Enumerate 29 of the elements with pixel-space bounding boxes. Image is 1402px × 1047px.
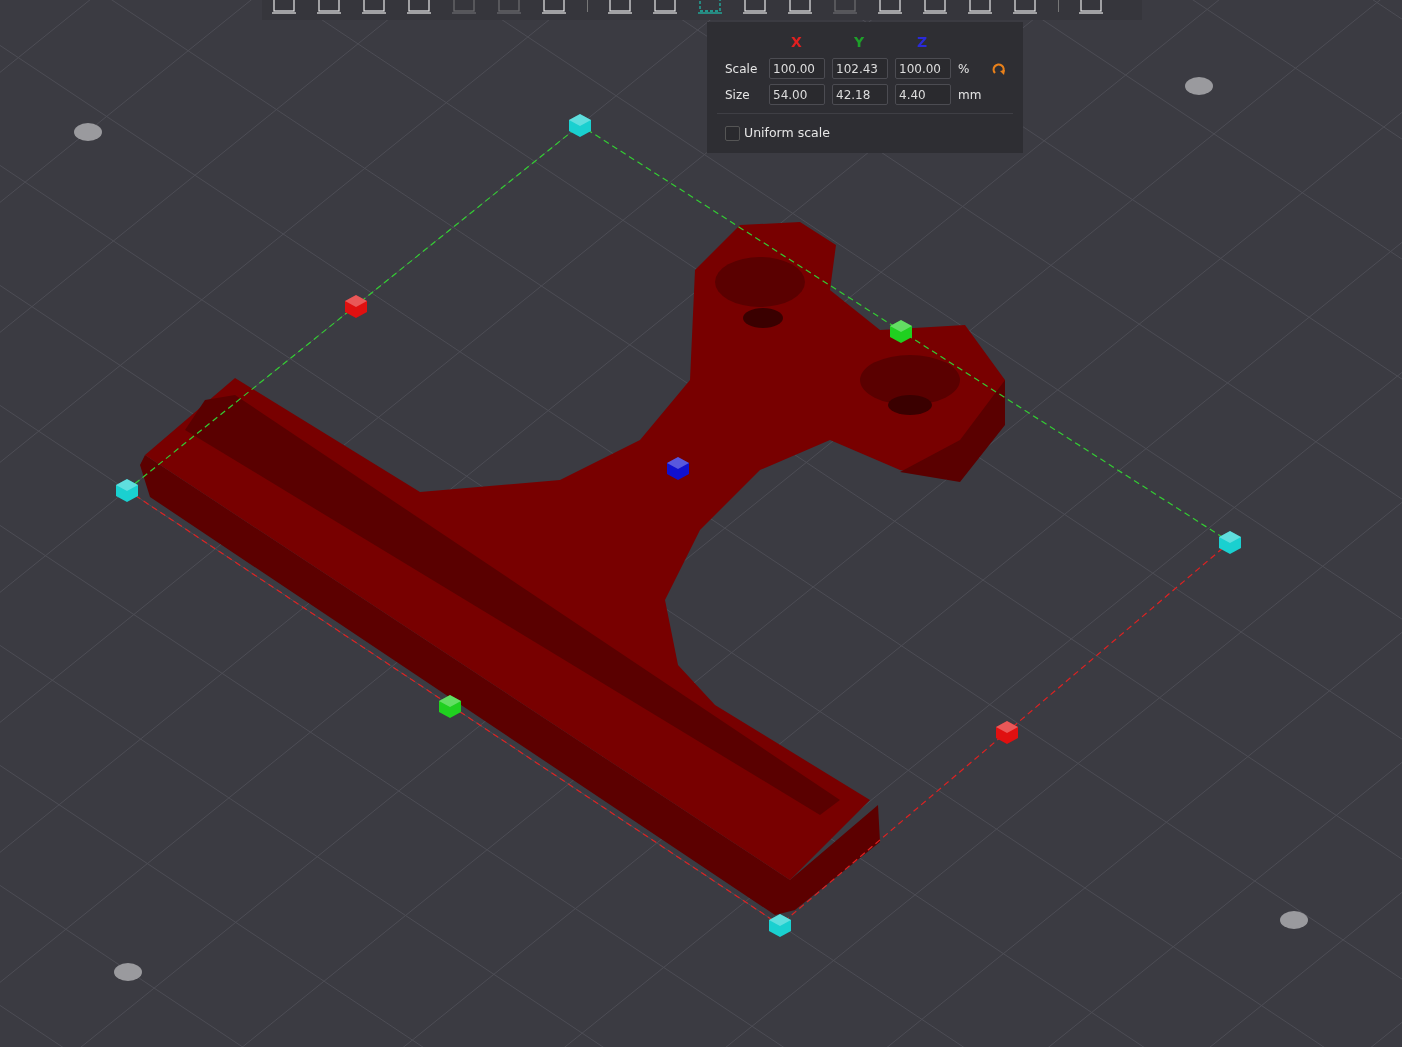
scale-handle[interactable] [996,721,1018,744]
light-spot [1185,77,1213,95]
value-field[interactable]: 100.00 [769,58,825,79]
unit-label: % [958,60,971,78]
scale-handle[interactable] [345,295,367,318]
light-spot [74,123,102,141]
scale-handle[interactable] [439,695,461,718]
scale-handle[interactable] [116,479,138,502]
scale-handle[interactable] [769,914,791,937]
scale-handle[interactable] [1219,531,1241,554]
checkbox-label: Uniform scale [744,124,830,142]
value-field[interactable]: 102.43 [832,58,888,79]
scale-handle[interactable] [569,114,591,137]
axis-label: Y [854,33,865,52]
scale-handle[interactable] [667,457,689,480]
row-label: Size [725,86,751,104]
scale-handle[interactable] [890,320,912,343]
value-field[interactable]: 100.00 [895,58,951,79]
unit-label: mm [958,86,983,104]
axis-label: X [791,33,802,52]
row-label: Scale [725,60,759,78]
axis-label: Z [917,33,928,52]
light-spot [114,963,142,981]
reset-icon[interactable] [992,62,1006,76]
light-spot [1280,911,1308,929]
value-field[interactable]: 42.18 [832,84,888,105]
uniform-scale-checkbox[interactable] [725,125,740,141]
value-field[interactable]: 4.40 [895,84,951,105]
value-field[interactable]: 54.00 [769,84,825,105]
